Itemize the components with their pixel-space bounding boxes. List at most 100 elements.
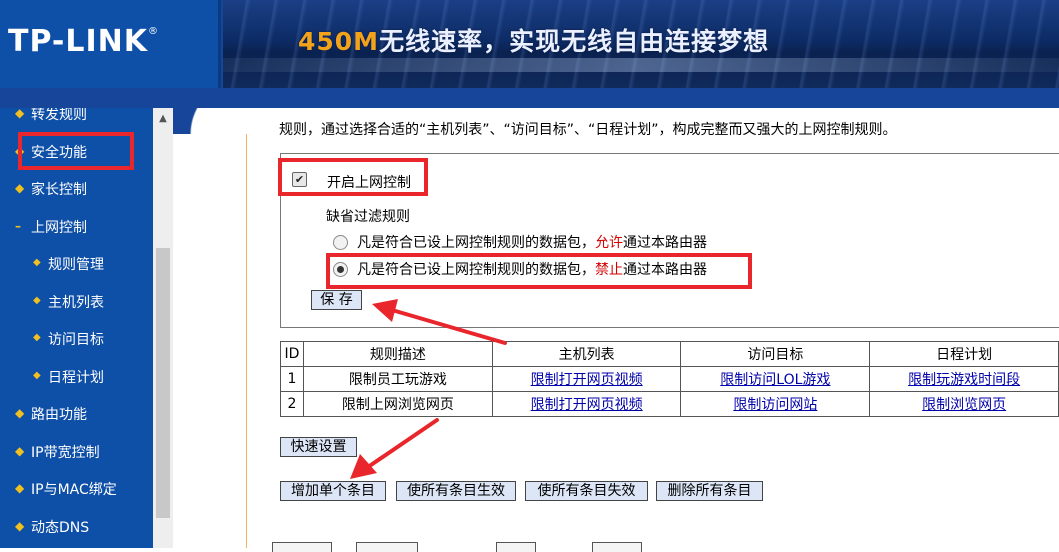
active-item-highlight — [18, 132, 134, 170]
banner-slogan: 450M无线速率，实现无线自由连接梦想 — [298, 22, 769, 58]
quick-setup-button[interactable]: 快速设置 — [280, 437, 357, 457]
sidebar-item-label: 动态DNS — [31, 520, 90, 536]
sidebar-item-label: 转发规则 — [31, 108, 87, 123]
sidebar-item-ddns[interactable]: ◆ 动态DNS — [0, 512, 153, 542]
sidebar-item-label: 家长控制 — [31, 182, 87, 198]
rule-description: 限制员工玩游戏 — [302, 366, 493, 392]
save-button[interactable]: 保 存 — [311, 290, 362, 310]
host-list-link[interactable]: 限制打开网页视频 — [531, 372, 643, 388]
bottom-button-stub[interactable] — [356, 542, 418, 552]
table-header-row: ID 规则描述 主机列表 访问目标 日程计划 — [280, 341, 1059, 367]
allow-option-text: 凡是符合已设上网控制规则的数据包，允许通过本路由器 — [357, 232, 707, 252]
schedule-cell: 限制玩游戏时间段 — [869, 366, 1059, 392]
radio-selected-dot — [337, 266, 344, 273]
logo-area: TP-LINK® — [0, 0, 221, 88]
sidebar-item-host-list[interactable]: ◆ 主机列表 — [0, 287, 153, 317]
registered-mark: ® — [148, 26, 160, 37]
sidebar-scrollbar[interactable]: ▲ — [153, 108, 173, 548]
header-strip — [0, 88, 1059, 108]
minus-icon: – — [15, 219, 21, 233]
sidebar-item-routing[interactable]: ◆ 路由功能 — [0, 399, 153, 429]
sidebar-item-label: 上网控制 — [31, 220, 87, 236]
sidebar-item-label: 访问目标 — [48, 332, 104, 348]
scroll-up-arrow-icon[interactable]: ▲ — [153, 110, 173, 128]
enable-internet-control-label: 开启上网控制 — [327, 175, 411, 191]
slogan-number: 450M — [298, 27, 380, 56]
bullet-icon: ◆ — [33, 257, 41, 268]
deny-option-prefix: 凡是符合已设上网控制规则的数据包， — [357, 262, 595, 278]
deny-keyword: 禁止 — [595, 262, 623, 278]
sidebar-item-label: IP带宽控制 — [31, 445, 100, 461]
column-header: 访问目标 — [680, 341, 871, 367]
sidebar-item-label: 路由功能 — [31, 407, 87, 423]
sidebar-item-rule-management[interactable]: ◆ 规则管理 — [0, 249, 153, 279]
content-divider — [246, 134, 247, 548]
banner-band-decoration — [223, 58, 1059, 72]
column-header: 规则描述 — [302, 341, 493, 367]
bullet-icon: ◆ — [15, 406, 25, 420]
bottom-button-stub[interactable] — [272, 542, 332, 552]
allow-keyword: 允许 — [595, 235, 623, 251]
host-list-cell: 限制打开网页视频 — [491, 391, 682, 417]
sidebar-item-ip-bandwidth[interactable]: ◆ IP带宽控制 — [0, 437, 153, 467]
header: TP-LINK® 450M无线速率，实现无线自由连接梦想 — [0, 0, 1059, 88]
bullet-icon: ◆ — [33, 332, 41, 343]
default-filter-rule-label: 缺省过滤规则 — [326, 209, 410, 225]
bullet-icon: ◆ — [15, 181, 25, 195]
rule-description: 限制上网浏览网页 — [302, 391, 493, 417]
sidebar-item-schedule[interactable]: ◆ 日程计划 — [0, 362, 153, 392]
disable-all-button[interactable]: 使所有条目失效 — [525, 481, 648, 501]
add-entry-button[interactable]: 增加单个条目 — [280, 481, 386, 501]
rules-table: ID 规则描述 主机列表 访问目标 日程计划 1 限制员工玩游戏 限制打开网页视… — [280, 341, 1059, 417]
bullet-icon: ◆ — [15, 108, 25, 120]
sidebar-item-ip-mac-binding[interactable]: ◆ IP与MAC绑定 — [0, 474, 153, 504]
delete-all-button[interactable]: 删除所有条目 — [656, 481, 763, 501]
bullet-icon: ◆ — [15, 444, 25, 458]
access-target-cell: 限制访问LOL游戏 — [680, 366, 871, 392]
intro-text: 规则，通过选择合适的“主机列表”、“访问目标”、“日程计划”，构成完整而又强大的… — [279, 122, 897, 138]
allow-option-prefix: 凡是符合已设上网控制规则的数据包， — [357, 235, 595, 251]
sidebar-item-label: 日程计划 — [48, 370, 104, 386]
bottom-button-stub[interactable] — [496, 542, 536, 552]
sidebar-item-parental-control[interactable]: ◆ 家长控制 — [0, 174, 153, 204]
column-header: 日程计划 — [869, 341, 1059, 367]
banner: 450M无线速率，实现无线自由连接梦想 — [223, 0, 1059, 88]
access-target-link[interactable]: 限制访问网站 — [733, 397, 817, 413]
deny-radio[interactable] — [333, 262, 348, 277]
schedule-cell: 限制浏览网页 — [869, 391, 1059, 417]
slogan-text: 无线速率，实现无线自由连接梦想 — [379, 27, 770, 56]
deny-option-suffix: 通过本路由器 — [623, 262, 707, 278]
sidebar-item-label: 规则管理 — [48, 257, 104, 273]
sidebar-item-internet-control[interactable]: – 上网控制 — [0, 212, 153, 242]
access-target-cell: 限制访问网站 — [680, 391, 871, 417]
deny-option-text: 凡是符合已设上网控制规则的数据包，禁止通过本路由器 — [357, 259, 707, 279]
bottom-button-stub[interactable] — [592, 542, 642, 552]
sidebar-item-forwarding-rules[interactable]: ◆ 转发规则 — [0, 108, 153, 129]
sidebar-menu: ◆ 转发规则 ◆ 安全功能 ◆ 家长控制 – 上网控制 ◆ 规则管理 ◆ 主机列… — [0, 108, 153, 548]
scroll-thumb[interactable] — [156, 248, 170, 518]
sidebar-item-label: IP与MAC绑定 — [31, 482, 117, 498]
allow-option-suffix: 通过本路由器 — [623, 235, 707, 251]
bullet-icon: ◆ — [15, 481, 25, 495]
allow-radio[interactable] — [333, 235, 348, 250]
host-list-link[interactable]: 限制打开网页视频 — [531, 397, 643, 413]
brand-text: TP-LINK — [8, 24, 149, 59]
rule-id: 2 — [280, 391, 304, 417]
bullet-icon: ◆ — [33, 295, 41, 306]
tp-link-logo: TP-LINK® — [8, 24, 159, 59]
sidebar-item-access-target[interactable]: ◆ 访问目标 — [0, 324, 153, 354]
rule-id: 1 — [280, 366, 304, 392]
host-list-cell: 限制打开网页视频 — [491, 366, 682, 392]
bullet-icon: ◆ — [33, 370, 41, 381]
column-header: 主机列表 — [491, 341, 682, 367]
schedule-link[interactable]: 限制玩游戏时间段 — [908, 372, 1020, 388]
access-target-link[interactable]: 限制访问LOL游戏 — [720, 372, 830, 388]
content-corner-decoration — [173, 108, 245, 134]
table-row: 1 限制员工玩游戏 限制打开网页视频 限制访问LOL游戏 限制玩游戏时间段 — [280, 366, 1059, 392]
schedule-link[interactable]: 限制浏览网页 — [922, 397, 1006, 413]
enable-internet-control-checkbox[interactable]: ✔ — [292, 172, 307, 187]
sidebar-item-label: 主机列表 — [48, 295, 104, 311]
bullet-icon: ◆ — [15, 519, 25, 533]
column-header: ID — [280, 341, 304, 367]
enable-all-button[interactable]: 使所有条目生效 — [396, 481, 516, 501]
